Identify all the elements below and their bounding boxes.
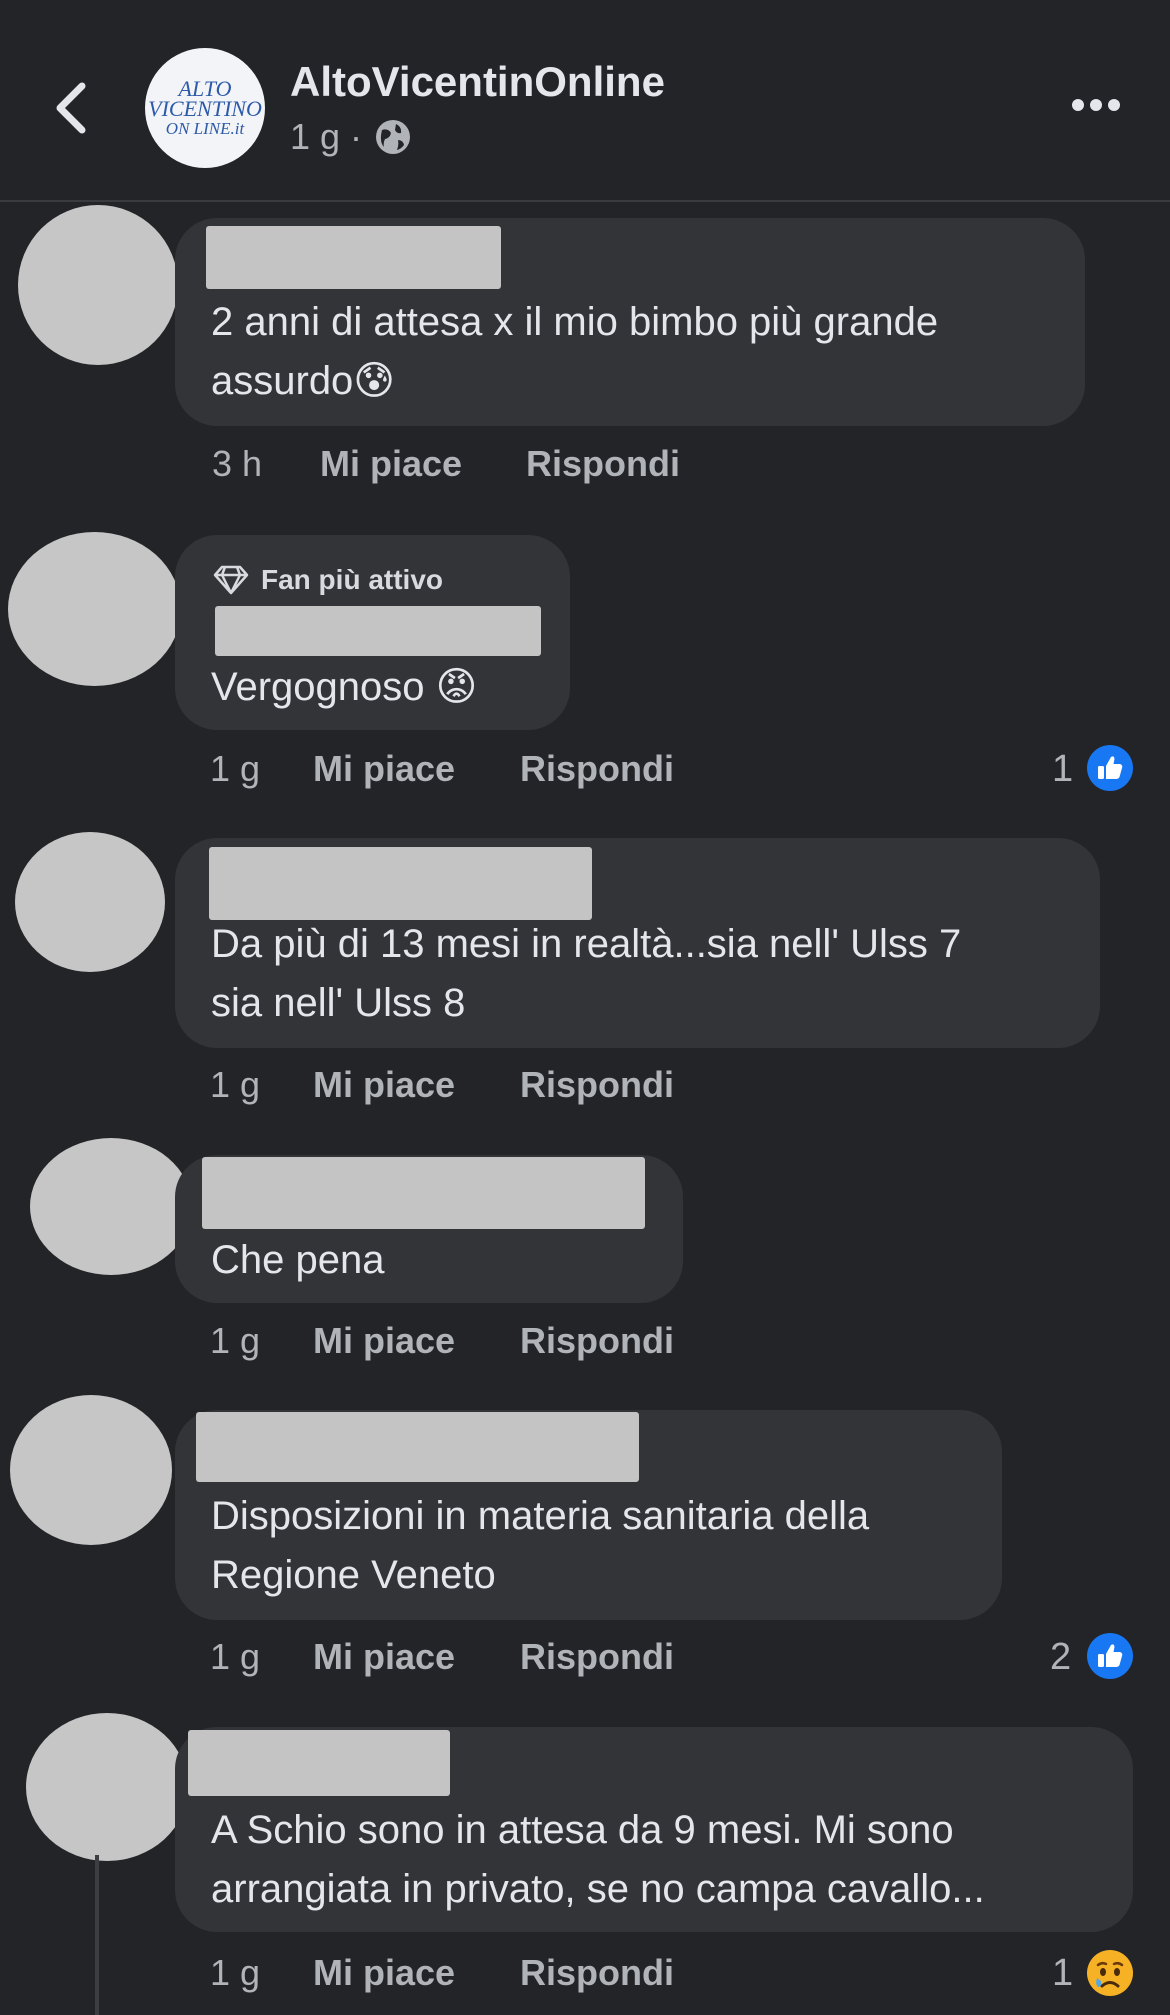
like-reaction-icon[interactable] bbox=[1086, 1632, 1134, 1680]
comment-text-line: Vergognoso 😡 bbox=[211, 665, 478, 709]
top-fan-badge: Fan più attivo bbox=[213, 564, 443, 596]
like-button[interactable]: Mi piace bbox=[313, 748, 455, 790]
reply-thread-line bbox=[95, 1855, 99, 2015]
redacted-author-name bbox=[188, 1730, 450, 1796]
reply-button[interactable]: Rispondi bbox=[520, 1064, 674, 1106]
sad-reaction-icon[interactable] bbox=[1085, 1948, 1135, 1998]
post-meta: 1 g · bbox=[290, 116, 412, 158]
redacted-author-name bbox=[196, 1412, 639, 1482]
like-reaction-icon[interactable] bbox=[1086, 744, 1134, 792]
comment-time: 1 g bbox=[210, 1952, 261, 1993]
comment-text-line: Regione Veneto bbox=[211, 1553, 496, 1597]
comment-time: 3 h bbox=[212, 443, 263, 484]
reply-button[interactable]: Rispondi bbox=[520, 1636, 674, 1678]
redacted-author-name bbox=[209, 847, 592, 920]
svg-text:VICENTINO: VICENTINO bbox=[148, 96, 262, 121]
back-arrow-icon[interactable] bbox=[50, 80, 90, 136]
like-button[interactable]: Mi piace bbox=[313, 1636, 455, 1678]
diamond-icon bbox=[213, 565, 249, 595]
page-avatar[interactable]: ALTO VICENTINO ON LINE.it bbox=[145, 48, 265, 168]
reaction-count[interactable]: 1 bbox=[1052, 1952, 1073, 1995]
like-button[interactable]: Mi piace bbox=[313, 1064, 455, 1106]
reply-button[interactable]: Rispondi bbox=[520, 748, 674, 790]
redacted-author-name bbox=[215, 606, 541, 656]
comment-time: 1 g bbox=[210, 1636, 261, 1677]
more-options-icon[interactable] bbox=[1070, 95, 1122, 115]
comment-time: 1 g bbox=[210, 748, 261, 789]
comment-text-line: arrangiata in privato, se no campa caval… bbox=[211, 1867, 985, 1911]
post-time: 1 g · bbox=[290, 116, 363, 157]
commenter-avatar[interactable] bbox=[30, 1138, 192, 1275]
comment-text-line: Da più di 13 mesi in realtà...sia nell' … bbox=[211, 922, 962, 966]
reply-button[interactable]: Rispondi bbox=[520, 1952, 674, 1994]
comment-time: 1 g bbox=[210, 1320, 261, 1361]
comment-text-line: A Schio sono in attesa da 9 mesi. Mi son… bbox=[211, 1808, 954, 1852]
comment-text-line: 2 anni di attesa x il mio bimbo più gran… bbox=[211, 300, 939, 344]
commenter-avatar[interactable] bbox=[15, 832, 165, 972]
comment-time: 1 g bbox=[210, 1064, 261, 1105]
svg-text:ON LINE.it: ON LINE.it bbox=[166, 119, 246, 138]
altovicentino-logo: ALTO VICENTINO ON LINE.it bbox=[148, 76, 262, 138]
like-button[interactable]: Mi piace bbox=[313, 1952, 455, 1994]
commenter-avatar[interactable] bbox=[18, 205, 178, 365]
comment-text-line: assurdo😰 bbox=[211, 359, 396, 403]
page-name[interactable]: AltoVicentinOnline bbox=[290, 58, 665, 106]
reply-button[interactable]: Rispondi bbox=[520, 1320, 674, 1362]
like-button[interactable]: Mi piace bbox=[313, 1320, 455, 1362]
commenter-avatar[interactable] bbox=[26, 1713, 188, 1861]
commenter-avatar[interactable] bbox=[8, 532, 181, 686]
commenter-avatar[interactable] bbox=[10, 1395, 172, 1545]
like-button[interactable]: Mi piace bbox=[320, 443, 462, 485]
comment-text-line: Disposizioni in materia sanitaria della bbox=[211, 1494, 870, 1538]
reaction-count[interactable]: 2 bbox=[1050, 1636, 1071, 1679]
redacted-author-name bbox=[202, 1157, 645, 1229]
redacted-author-name bbox=[206, 226, 501, 289]
comment-text-line: Che pena bbox=[211, 1238, 385, 1282]
post-header: ALTO VICENTINO ON LINE.it AltoVicentinOn… bbox=[0, 0, 1170, 202]
reaction-count[interactable]: 1 bbox=[1052, 748, 1073, 791]
reply-button[interactable]: Rispondi bbox=[526, 443, 680, 485]
comment-text-line: sia nell' Ulss 8 bbox=[211, 981, 466, 1025]
top-fan-label: Fan più attivo bbox=[261, 564, 443, 595]
globe-icon bbox=[376, 120, 411, 154]
